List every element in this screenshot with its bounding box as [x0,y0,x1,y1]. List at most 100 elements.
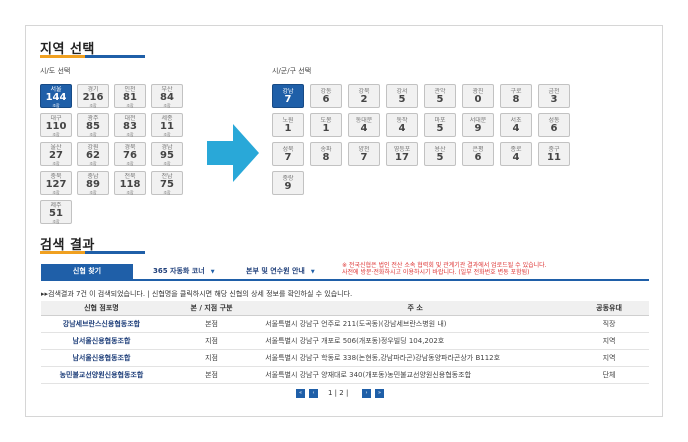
district-label: 시/군/구 선택 [272,67,312,75]
tile-unit: 조합 [163,161,171,166]
province-tile[interactable]: 전북 118 조합 [114,171,146,195]
district-tile[interactable]: 강남 7 [272,84,304,108]
union-name-link[interactable]: 남서울신용협동조합 [41,349,162,367]
province-tile[interactable]: 세종 11 조합 [151,113,183,137]
district-tile[interactable]: 송파 8 [310,142,342,166]
tile-unit: 조합 [126,161,134,166]
province-tile[interactable]: 충남 89 조합 [77,171,109,195]
tab-underline [41,279,649,281]
district-tile[interactable]: 용산 5 [424,142,456,166]
tile-unit: 조합 [89,103,97,108]
tile-count: 5 [398,94,406,105]
tile-count: 4 [360,123,368,134]
tile-count: 4 [512,123,520,134]
district-tile[interactable]: 관악 5 [424,84,456,108]
union-name-link[interactable]: 농민불교선양원신용협동조합 [41,366,162,384]
district-tile[interactable]: 동작 4 [386,113,418,137]
tile-unit: 조합 [163,132,171,137]
last-page-icon[interactable]: » [375,389,384,398]
address-cell: 서울특별시 강남구 학동로 338(논현동,강남파라곤)강남동양파라곤상가 B1… [261,349,570,367]
tile-count: 1 [284,123,292,134]
province-tile[interactable]: 울산 27 조합 [40,142,72,166]
district-tile[interactable]: 강북 2 [348,84,380,108]
province-tile[interactable]: 전남 75 조합 [151,171,183,195]
province-tile[interactable]: 경남 95 조합 [151,142,183,166]
district-tile[interactable]: 서대문 9 [462,113,494,137]
district-tile[interactable]: 마포 5 [424,113,456,137]
tile-count: 62 [86,150,100,161]
tile-count: 76 [123,150,137,161]
district-tile[interactable]: 종로 4 [500,142,532,166]
tile-count: 7 [360,152,368,163]
tile-unit: 조합 [52,161,60,166]
tab-atm-corner[interactable]: 365 자동화 코너 ▼ [153,264,215,279]
branch-type: 본점 [161,366,262,384]
district-tile[interactable]: 노원 1 [272,113,304,137]
tab-hq-training[interactable]: 본부 및 연수원 안내 ▼ [246,264,315,279]
results-underline-blue [85,251,145,254]
province-tile[interactable]: 경북 76 조합 [114,142,146,166]
district-tile[interactable]: 도봉 1 [310,113,342,137]
province-tile[interactable]: 인천 81 조합 [114,84,146,108]
title-underline-blue [85,55,145,58]
address-cell: 서울특별시 강남구 개포로 506(개포동)정우빌딩 104,202호 [261,332,570,350]
tile-count: 51 [49,208,63,219]
tile-count: 84 [160,92,174,103]
tile-count: 144 [45,92,67,103]
chevron-down-icon: ▼ [310,269,315,275]
district-tile[interactable]: 성동 6 [538,113,570,137]
main-panel: 지역 선택 시/도 선택 시/군/구 선택 서울 144 조합 경기 216 조합 인천 81… [25,25,663,417]
results-body: 강남세브란스신용협동조합 본점 서울특별시 강남구 언주로 211(도곡동)(강남세… [41,315,649,384]
tile-count: 1 [322,123,330,134]
tile-unit: 조합 [89,132,97,137]
tile-count: 5 [436,152,444,163]
district-tile[interactable]: 성북 7 [272,142,304,166]
province-tile[interactable]: 부산 84 조합 [151,84,183,108]
union-name-link[interactable]: 남서울신용협동조합 [41,332,162,350]
district-tile[interactable]: 광진 0 [462,84,494,108]
tile-count: 0 [474,94,482,105]
province-tile[interactable]: 대구 110 조합 [40,113,72,137]
tile-count: 118 [119,179,141,190]
bond-cell: 지역 [569,332,649,350]
prev-page-icon[interactable]: ‹ [309,389,318,398]
province-tile[interactable]: 제주 51 조합 [40,200,72,224]
tile-count: 81 [123,92,137,103]
results-underline-orange [40,251,85,254]
province-tile[interactable]: 서울 144 조합 [40,84,72,108]
province-tile[interactable]: 충북 127 조합 [40,171,72,195]
province-tile[interactable]: 대전 83 조합 [114,113,146,137]
page-numbers[interactable]: 1 | 2 | [328,389,348,398]
bond-cell: 단체 [569,366,649,384]
district-tile[interactable]: 동대문 4 [348,113,380,137]
tile-unit: 조합 [163,190,171,195]
district-tile[interactable]: 영등포 17 [386,142,418,166]
district-tile[interactable]: 구로 8 [500,84,532,108]
province-label: 시/도 선택 [40,67,71,75]
province-tile[interactable]: 광주 85 조합 [77,113,109,137]
district-tile[interactable]: 양천 7 [348,142,380,166]
district-tile[interactable]: 강동 6 [310,84,342,108]
arrow-right-icon [207,124,259,182]
column-header-type: 본 / 지점 구분 [161,301,262,316]
union-name-link[interactable]: 강남세브란스신용협동조합 [41,315,162,333]
tile-count: 8 [322,152,330,163]
district-tile[interactable]: 중랑 9 [272,171,304,195]
province-tile[interactable]: 경기 216 조합 [77,84,109,108]
next-page-icon[interactable]: › [362,389,371,398]
district-tile[interactable]: 강서 5 [386,84,418,108]
first-page-icon[interactable]: « [296,389,305,398]
tile-count: 27 [49,150,63,161]
district-tile[interactable]: 서초 4 [500,113,532,137]
tile-unit: 조합 [126,190,134,195]
table-row: 농민불교선양원신용협동조합 본점 서울특별시 강남구 양재대로 340(개포동)농민… [41,366,649,384]
tile-count: 5 [436,94,444,105]
tile-count: 2 [360,94,368,105]
district-tile[interactable]: 중구 11 [538,142,570,166]
tab-find-union[interactable]: 신협 찾기 [41,264,133,279]
district-tile[interactable]: 은평 6 [462,142,494,166]
tile-count: 9 [284,181,292,192]
district-tile[interactable]: 금천 3 [538,84,570,108]
table-row: 남서울신용협동조합 지점 서울특별시 강남구 개포로 506(개포동)정우빌딩 10… [41,332,649,350]
province-tile[interactable]: 강원 62 조합 [77,142,109,166]
